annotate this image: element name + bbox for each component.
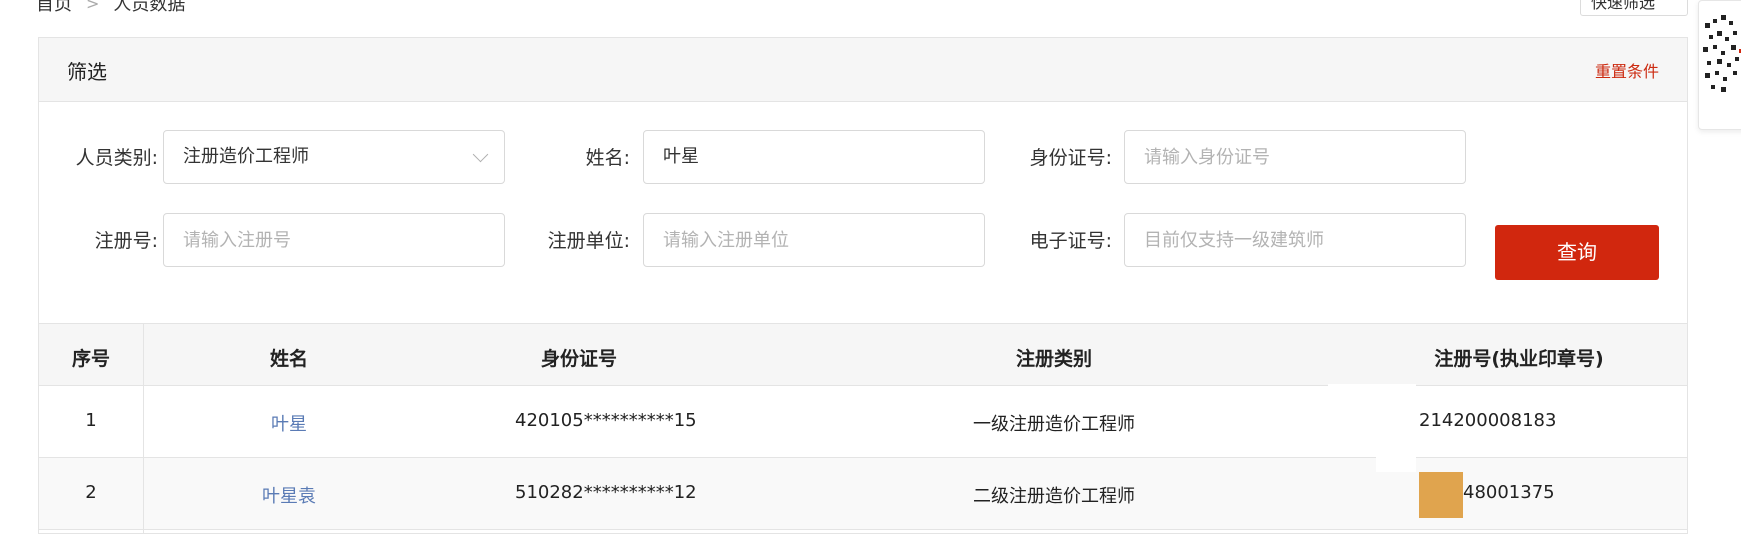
person-type-label: 人员类别: <box>75 147 158 169</box>
filter-header: 筛选 重置条件 <box>39 38 1687 102</box>
table-row: 1 叶星 420105**********15 一级注册造价工程师 214200… <box>39 386 1687 458</box>
row-reg-no: 48001375 <box>1463 482 1555 503</box>
breadcrumb-home[interactable]: 首页 <box>36 0 72 16</box>
filter-panel: 筛选 重置条件 人员类别: 注册造价工程师 姓名: 叶星 身份证号: 注册号: … <box>38 37 1688 534</box>
quick-filter-label: 快速筛选 <box>1591 0 1656 12</box>
qr-code-icon <box>1703 15 1741 92</box>
person-type-select[interactable]: 注册造价工程师 <box>163 130 505 184</box>
row-category: 二级注册造价工程师 <box>973 486 1135 507</box>
header-index: 序号 <box>71 348 110 370</box>
person-type-value: 注册造价工程师 <box>183 146 309 167</box>
header-category: 注册类别 <box>1015 348 1092 370</box>
row-index: 1 <box>85 410 97 431</box>
id-number-label: 身份证号: <box>1029 147 1112 169</box>
reg-number-field[interactable] <box>183 214 485 266</box>
redaction-mask <box>1328 384 1416 424</box>
reg-unit-label: 注册单位: <box>547 230 630 252</box>
row-name-link[interactable]: 叶星 <box>189 410 389 436</box>
e-cert-field[interactable] <box>1144 214 1446 266</box>
header-name: 姓名 <box>269 348 308 370</box>
id-number-field[interactable] <box>1144 131 1446 183</box>
name-label: 姓名: <box>585 147 630 169</box>
row-index: 2 <box>85 482 97 503</box>
breadcrumb-separator: > <box>86 0 100 13</box>
e-cert-input[interactable] <box>1124 213 1466 267</box>
reg-number-label: 注册号: <box>94 230 158 252</box>
qr-code-panel[interactable] <box>1698 0 1741 130</box>
quick-filter-select[interactable]: 快速筛选 <box>1580 0 1688 16</box>
e-cert-label: 电子证号: <box>1029 230 1112 252</box>
id-number-input[interactable] <box>1124 130 1466 184</box>
row-category: 一级注册造价工程师 <box>973 414 1135 435</box>
row-id: 510282**********12 <box>515 482 697 503</box>
column-divider <box>143 323 144 534</box>
breadcrumb-current: 人员数据 <box>113 0 186 15</box>
table-header: 序号 姓名 身份证号 注册类别 注册号(执业印章号) <box>39 323 1687 386</box>
chevron-down-icon <box>472 146 489 163</box>
reset-conditions-link[interactable]: 重置条件 <box>1595 58 1659 82</box>
redaction-mask <box>1419 472 1463 518</box>
header-id: 身份证号 <box>540 348 617 370</box>
reg-number-input[interactable] <box>163 213 505 267</box>
name-input[interactable]: 叶星 <box>643 130 985 184</box>
header-reg-no: 注册号(执业印章号) <box>1434 348 1604 370</box>
breadcrumb: 首页 > 人员数据 <box>36 0 185 16</box>
reg-unit-field[interactable] <box>663 214 965 266</box>
query-button[interactable]: 查询 <box>1495 225 1659 280</box>
row-name-link[interactable]: 叶星袁 <box>189 482 389 508</box>
row-reg-no: 214200008183 <box>1419 410 1557 431</box>
name-input-value: 叶星 <box>663 146 699 167</box>
filter-title: 筛选 <box>67 60 107 84</box>
reg-unit-input[interactable] <box>643 213 985 267</box>
redaction-mask <box>1376 424 1416 472</box>
row-id: 420105**********15 <box>515 410 697 431</box>
